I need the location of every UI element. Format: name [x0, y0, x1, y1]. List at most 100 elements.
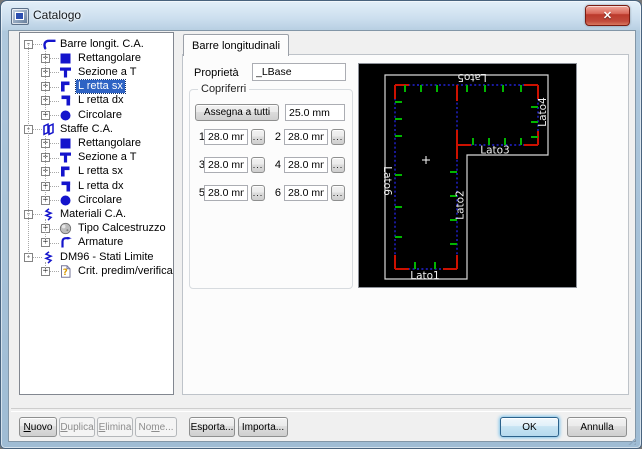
tree-guide-line	[45, 262, 46, 272]
tree-item-l-retta-sx[interactable]: +L retta sx	[20, 80, 173, 94]
tree-connector	[50, 101, 59, 102]
tree-connector	[33, 257, 42, 258]
tree-item-label[interactable]: Tipo Calcestruzzo	[76, 222, 168, 235]
catalogo-dialog: Catalogo ✕ -Barre longit. C.A.+Rettangol…	[0, 0, 642, 449]
tree-item-sezione-a-t[interactable]: +Sezione a T	[20, 151, 173, 165]
tree-item-label[interactable]: DM96 - Stati Limite	[58, 251, 156, 264]
tree-item-dm96-stati-limite[interactable]: -DM96 - Stati Limite	[20, 251, 173, 265]
l-left-icon	[59, 80, 73, 93]
tree-connector	[50, 87, 59, 88]
copriferro-6-number: 6	[271, 187, 281, 199]
circle-icon	[59, 194, 73, 207]
tree-item-label[interactable]: L retta sx	[76, 165, 125, 178]
tree-item-tipo-calcestruzzo[interactable]: +Tipo Calcestruzzo	[20, 222, 173, 236]
copriferro-5-input[interactable]	[204, 185, 248, 201]
window-title: Catalogo	[33, 8, 81, 22]
tree-item-circolare[interactable]: +Circolare	[20, 109, 173, 123]
tree-connector	[50, 143, 59, 144]
copriferro-2-input[interactable]	[284, 129, 328, 145]
tree-item-label[interactable]: Materiali C.A.	[58, 208, 128, 221]
footer-divider	[11, 408, 631, 412]
nuovo-button[interactable]: Nuovo	[19, 417, 57, 437]
section-preview: Lato1Lato2Lato3Lato4Lato5Lato6	[359, 64, 576, 287]
tree-item-l-retta-sx[interactable]: +L retta sx	[20, 165, 173, 179]
tree-connector	[50, 200, 59, 201]
tree-item-label[interactable]: Barre longit. C.A.	[58, 38, 146, 51]
assegna-value-input[interactable]	[285, 104, 345, 121]
copriferri-group-title: Copriferri	[198, 83, 249, 95]
importa-button[interactable]: Importa...	[238, 417, 288, 437]
copriferro-4-number: 4	[271, 159, 281, 171]
lato2-label: Lato2	[455, 190, 467, 220]
esporta-button[interactable]: Esporta...	[189, 417, 235, 437]
catalog-tree[interactable]: -Barre longit. C.A.+Rettangolare+Sezione…	[19, 32, 174, 395]
tree-connector	[50, 186, 59, 187]
tree-item-l-retta-dx[interactable]: +L retta dx	[20, 94, 173, 108]
lato3-label: Lato3	[480, 145, 510, 157]
ok-button[interactable]: OK	[500, 417, 559, 437]
square-icon	[59, 137, 73, 150]
tree-item-label[interactable]: L retta sx	[76, 80, 125, 93]
copriferro-3-input[interactable]	[204, 157, 248, 173]
tree-connector	[50, 229, 59, 230]
tree-item-label[interactable]: Crit. predim/verifica	[76, 265, 174, 278]
app-icon	[11, 8, 29, 25]
copriferro-1-browse-button[interactable]: ...	[251, 129, 265, 145]
copriferro-3-browse-button[interactable]: ...	[251, 157, 265, 173]
tree-item-label[interactable]: Circolare	[76, 194, 124, 207]
tree-item-l-retta-dx[interactable]: +L retta dx	[20, 180, 173, 194]
tree-guide-line	[28, 45, 29, 258]
tree-item-label[interactable]: L retta dx	[76, 180, 125, 193]
tree-item-materiali-c-a[interactable]: -Materiali C.A.	[20, 208, 173, 222]
elimina-button[interactable]: Elimina	[97, 417, 133, 437]
lato4-label: Lato4	[537, 97, 549, 127]
copriferro-5-browse-button[interactable]: ...	[251, 185, 265, 201]
tree-connector	[50, 271, 59, 272]
tree-connector	[50, 115, 59, 116]
close-button[interactable]: ✕	[585, 5, 630, 26]
copriferro-4-input[interactable]	[284, 157, 328, 173]
copriferro-4-browse-button[interactable]: ...	[331, 157, 345, 173]
tree-item-rettangolare[interactable]: +Rettangolare	[20, 52, 173, 66]
section-preview-canvas: Lato1Lato2Lato3Lato4Lato5Lato6	[358, 63, 577, 288]
tee-icon	[59, 66, 73, 79]
copriferro-1-input[interactable]	[204, 129, 248, 145]
tree-item-armature[interactable]: +Armature	[20, 236, 173, 250]
tree-guide-line	[45, 219, 46, 243]
l-left-icon	[59, 165, 73, 178]
tree-item-label[interactable]: Sezione a T	[76, 66, 139, 79]
tree-item-rettangolare[interactable]: +Rettangolare	[20, 137, 173, 151]
hook-arrow-icon	[59, 236, 73, 249]
tree-item-label[interactable]: Staffe C.A.	[58, 123, 115, 136]
titlebar[interactable]: Catalogo ✕	[1, 1, 641, 30]
section-outline	[385, 75, 548, 279]
tree-connector	[50, 243, 59, 244]
circle-icon	[59, 109, 73, 122]
tree-item-label[interactable]: Circolare	[76, 109, 124, 122]
tree-item-crit-predim-verifica[interactable]: +?Crit. predim/verifica	[20, 265, 173, 279]
tab-barre-longitudinali[interactable]: Barre longitudinali	[183, 34, 289, 56]
copriferro-6-browse-button[interactable]: ...	[331, 185, 345, 201]
svg-text:?: ?	[63, 268, 68, 278]
tree-item-label[interactable]: Armature	[76, 236, 125, 249]
tree-item-label[interactable]: L retta dx	[76, 94, 125, 107]
tree-item-staffe-c-a[interactable]: -Staffe C.A.	[20, 123, 173, 137]
tree-connector	[33, 44, 42, 45]
proprieta-input[interactable]	[252, 63, 346, 81]
tree-item-label[interactable]: Sezione a T	[76, 151, 139, 164]
tree-guide-line	[45, 134, 46, 201]
copriferro-2-browse-button[interactable]: ...	[331, 129, 345, 145]
tree-item-label[interactable]: Rettangolare	[76, 52, 143, 65]
sphere-icon	[59, 222, 73, 235]
duplica-button[interactable]: Duplica	[59, 417, 95, 437]
copriferro-6-input[interactable]	[284, 185, 328, 201]
tree-item-barre-longit-c-a[interactable]: -Barre longit. C.A.	[20, 38, 173, 52]
assegna-a-tutti-button[interactable]: Assegna a tutti	[195, 104, 279, 121]
tree-item-sezione-a-t[interactable]: +Sezione a T	[20, 66, 173, 80]
lato5-label: Lato5	[457, 71, 487, 83]
nome-button[interactable]: Nome...	[135, 417, 177, 437]
tree-item-circolare[interactable]: +Circolare	[20, 194, 173, 208]
tree-item-label[interactable]: Rettangolare	[76, 137, 143, 150]
proprieta-label: Proprietà	[194, 67, 239, 79]
annulla-button[interactable]: Annulla	[567, 417, 627, 437]
